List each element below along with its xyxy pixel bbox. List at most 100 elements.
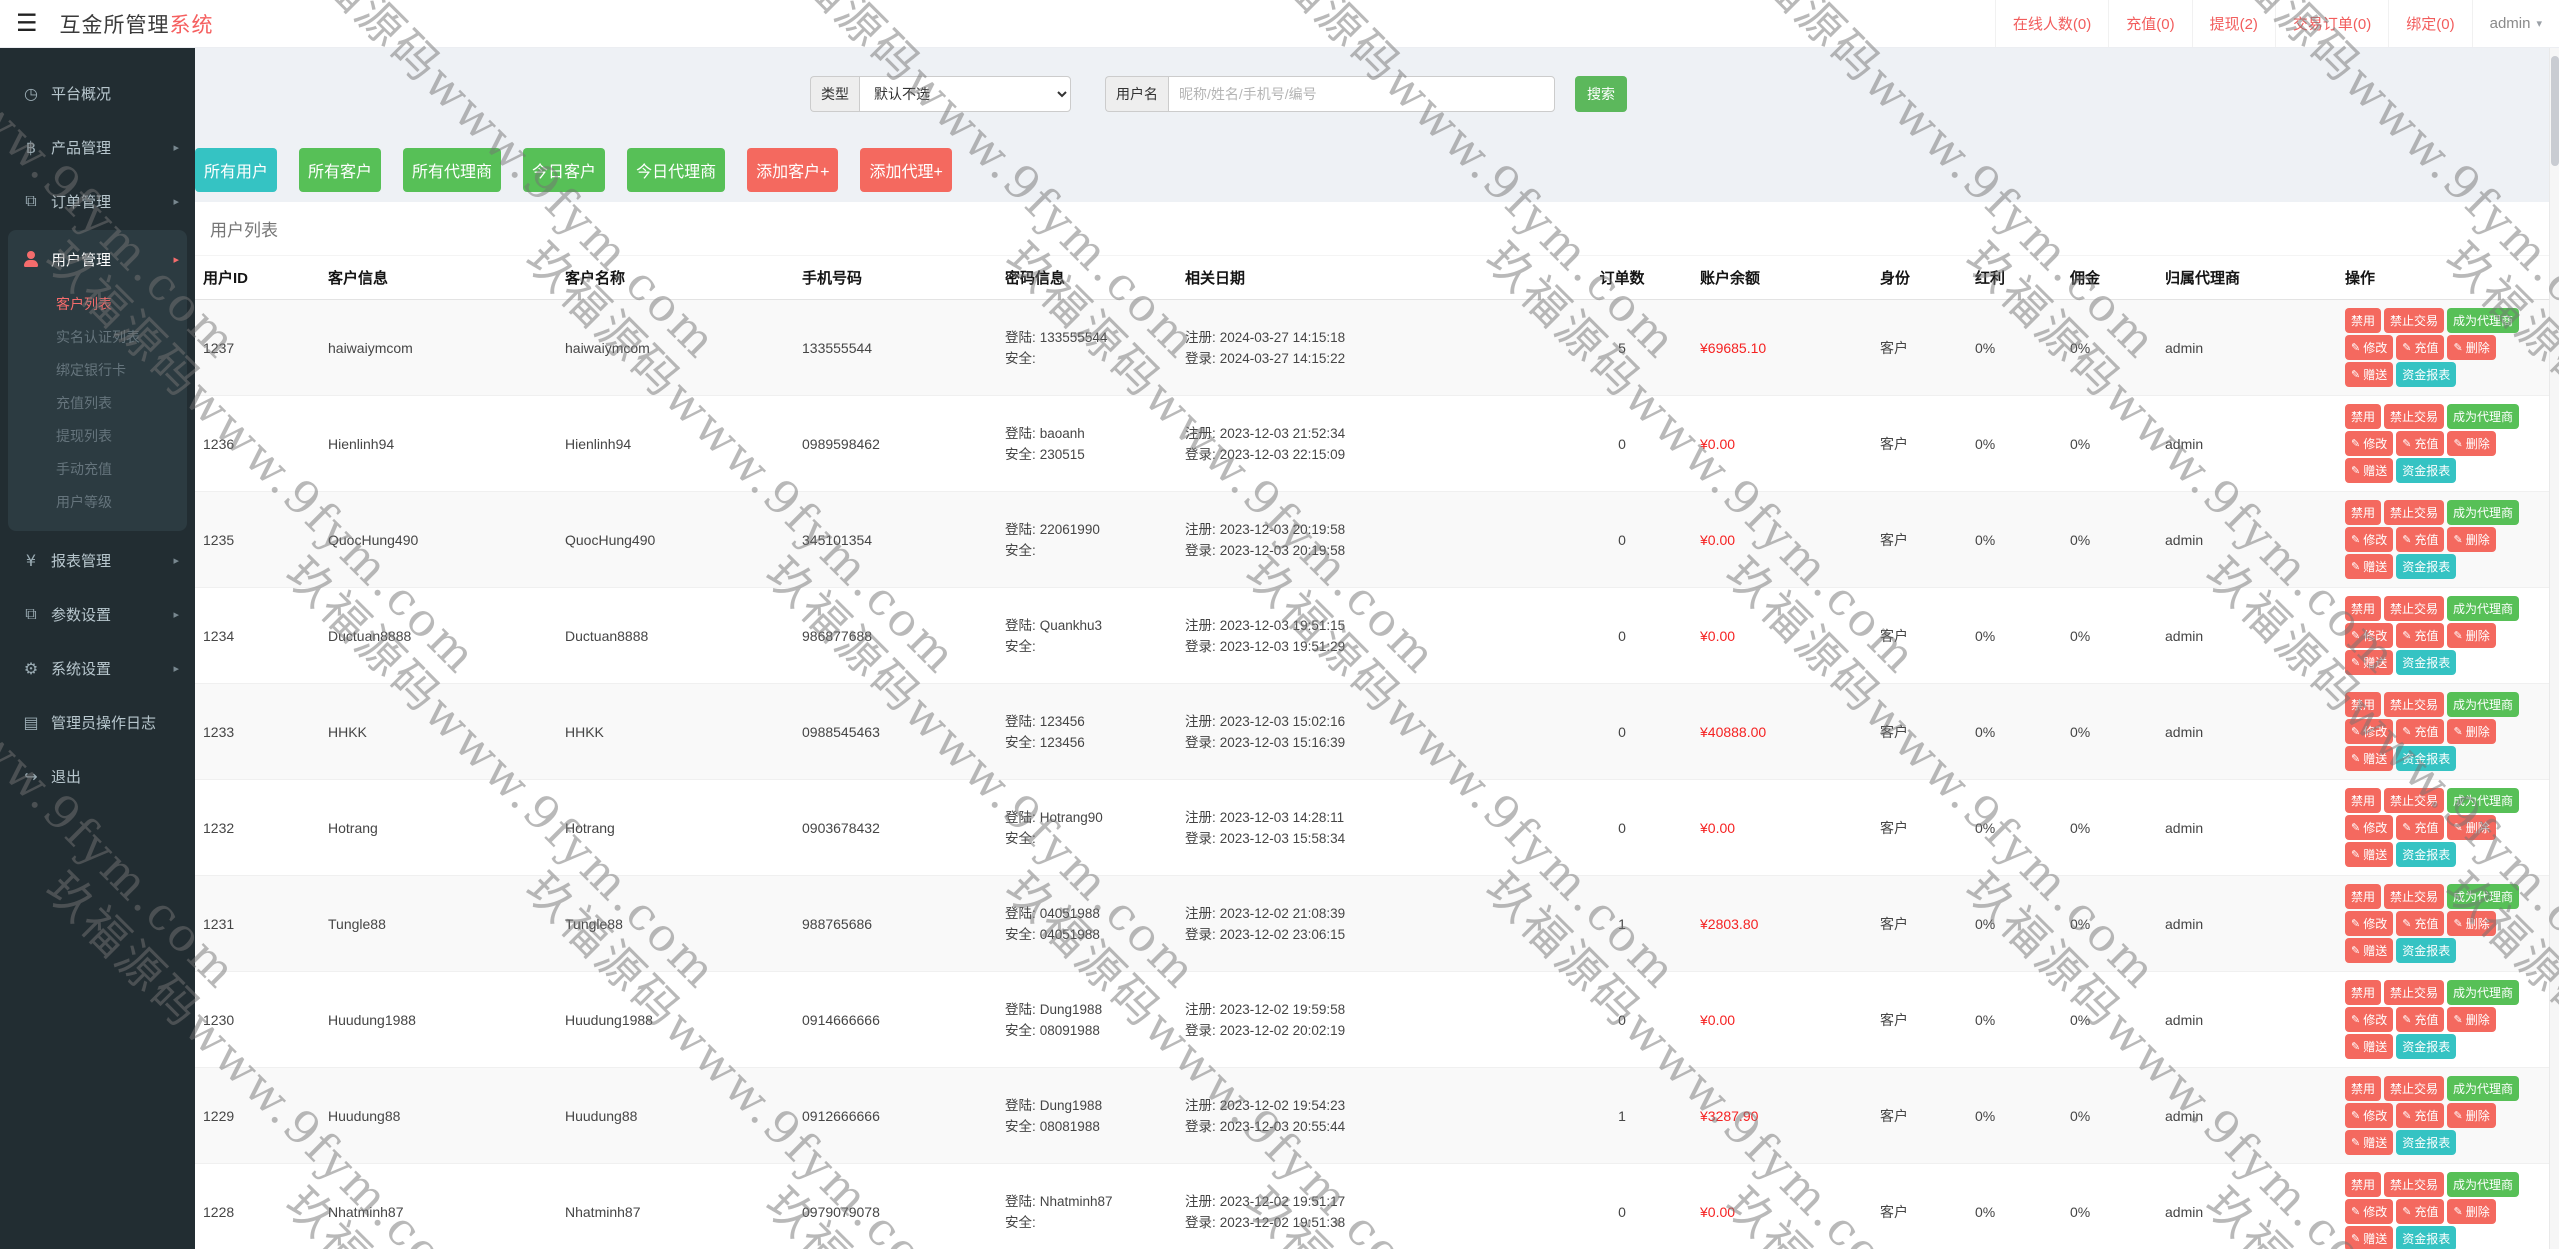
edit-button[interactable]: ✎修改 [2345, 335, 2393, 360]
gift-button[interactable]: ✎赠送 [2345, 1034, 2393, 1059]
gift-button[interactable]: ✎赠送 [2345, 842, 2393, 867]
forbid-trade-button[interactable]: 禁止交易 [2384, 980, 2444, 1005]
fund-report-button[interactable]: 资金报表 [2396, 842, 2456, 867]
sidebar-item-4[interactable]: ¥报表管理▸ [8, 533, 187, 587]
toolbar-button-3[interactable]: 今日客户 [523, 148, 605, 192]
gift-button[interactable]: ✎赠送 [2345, 458, 2393, 483]
edit-button[interactable]: ✎修改 [2345, 527, 2393, 552]
toolbar-button-4[interactable]: 今日代理商 [627, 148, 725, 192]
forbid-trade-button[interactable]: 禁止交易 [2384, 788, 2444, 813]
recharge-button[interactable]: ✎充值 [2396, 623, 2444, 648]
gift-button[interactable]: ✎赠送 [2345, 650, 2393, 675]
edit-button[interactable]: ✎修改 [2345, 1007, 2393, 1032]
disable-button[interactable]: 禁用 [2345, 884, 2381, 909]
make-agent-button[interactable]: 成为代理商 [2447, 308, 2519, 333]
recharge-button[interactable]: ✎充值 [2396, 1199, 2444, 1224]
toolbar-button-5[interactable]: 添加客户+ [747, 148, 838, 192]
search-button[interactable]: 搜索 [1575, 76, 1627, 112]
fund-report-button[interactable]: 资金报表 [2396, 938, 2456, 963]
username-input[interactable] [1168, 76, 1555, 112]
delete-button[interactable]: ✎删除 [2447, 527, 2495, 552]
fund-report-button[interactable]: 资金报表 [2396, 650, 2456, 675]
nav-item-2[interactable]: 提现(2) [2192, 0, 2275, 47]
recharge-button[interactable]: ✎充值 [2396, 1007, 2444, 1032]
toolbar-button-2[interactable]: 所有代理商 [403, 148, 501, 192]
make-agent-button[interactable]: 成为代理商 [2447, 404, 2519, 429]
delete-button[interactable]: ✎删除 [2447, 719, 2495, 744]
fund-report-button[interactable]: 资金报表 [2396, 1130, 2456, 1155]
recharge-button[interactable]: ✎充值 [2396, 719, 2444, 744]
nav-item-1[interactable]: 充值(0) [2108, 0, 2191, 47]
type-select[interactable]: 默认不选 [859, 76, 1071, 112]
edit-button[interactable]: ✎修改 [2345, 815, 2393, 840]
recharge-button[interactable]: ✎充值 [2396, 815, 2444, 840]
edit-button[interactable]: ✎修改 [2345, 623, 2393, 648]
fund-report-button[interactable]: 资金报表 [2396, 362, 2456, 387]
vertical-scrollbar[interactable] [2549, 48, 2559, 1249]
sidebar-item-3[interactable]: 用户管理▸ [8, 232, 187, 286]
submenu-item-6[interactable]: 用户等级 [8, 486, 187, 519]
toolbar-button-6[interactable]: 添加代理+ [860, 148, 951, 192]
submenu-item-2[interactable]: 绑定银行卡 [8, 354, 187, 387]
edit-button[interactable]: ✎修改 [2345, 1103, 2393, 1128]
sidebar-item-8[interactable]: ↪退出 [8, 749, 187, 803]
recharge-button[interactable]: ✎充值 [2396, 335, 2444, 360]
gift-button[interactable]: ✎赠送 [2345, 746, 2393, 771]
toolbar-button-0[interactable]: 所有用户 [195, 148, 277, 192]
delete-button[interactable]: ✎删除 [2447, 335, 2495, 360]
make-agent-button[interactable]: 成为代理商 [2447, 884, 2519, 909]
make-agent-button[interactable]: 成为代理商 [2447, 788, 2519, 813]
admin-dropdown[interactable]: admin▾ [2472, 0, 2559, 47]
forbid-trade-button[interactable]: 禁止交易 [2384, 596, 2444, 621]
gift-button[interactable]: ✎赠送 [2345, 938, 2393, 963]
toolbar-button-1[interactable]: 所有客户 [299, 148, 381, 192]
edit-button[interactable]: ✎修改 [2345, 911, 2393, 936]
nav-item-0[interactable]: 在线人数(0) [1995, 0, 2108, 47]
disable-button[interactable]: 禁用 [2345, 1172, 2381, 1197]
recharge-button[interactable]: ✎充值 [2396, 527, 2444, 552]
sidebar-item-0[interactable]: ◷平台概况 [8, 66, 187, 120]
submenu-item-0[interactable]: 客户列表 [8, 288, 187, 321]
make-agent-button[interactable]: 成为代理商 [2447, 1172, 2519, 1197]
fund-report-button[interactable]: 资金报表 [2396, 458, 2456, 483]
disable-button[interactable]: 禁用 [2345, 692, 2381, 717]
submenu-item-5[interactable]: 手动充值 [8, 453, 187, 486]
sidebar-item-1[interactable]: ฿产品管理▸ [8, 120, 187, 174]
gift-button[interactable]: ✎赠送 [2345, 1226, 2393, 1249]
gift-button[interactable]: ✎赠送 [2345, 554, 2393, 579]
submenu-item-1[interactable]: 实名认证列表 [8, 321, 187, 354]
hamburger-icon[interactable]: ☰ [16, 12, 38, 36]
make-agent-button[interactable]: 成为代理商 [2447, 500, 2519, 525]
forbid-trade-button[interactable]: 禁止交易 [2384, 884, 2444, 909]
sidebar-item-2[interactable]: ⧉订单管理▸ [8, 174, 187, 228]
make-agent-button[interactable]: 成为代理商 [2447, 692, 2519, 717]
delete-button[interactable]: ✎删除 [2447, 431, 2495, 456]
nav-item-3[interactable]: 交易订单(0) [2275, 0, 2388, 47]
sidebar-item-5[interactable]: ⧉参数设置▸ [8, 587, 187, 641]
fund-report-button[interactable]: 资金报表 [2396, 1226, 2456, 1249]
nav-item-4[interactable]: 绑定(0) [2388, 0, 2471, 47]
sidebar-item-6[interactable]: ⚙系统设置▸ [8, 641, 187, 695]
edit-button[interactable]: ✎修改 [2345, 719, 2393, 744]
gift-button[interactable]: ✎赠送 [2345, 362, 2393, 387]
recharge-button[interactable]: ✎充值 [2396, 431, 2444, 456]
make-agent-button[interactable]: 成为代理商 [2447, 1076, 2519, 1101]
disable-button[interactable]: 禁用 [2345, 308, 2381, 333]
make-agent-button[interactable]: 成为代理商 [2447, 980, 2519, 1005]
recharge-button[interactable]: ✎充值 [2396, 1103, 2444, 1128]
delete-button[interactable]: ✎删除 [2447, 1007, 2495, 1032]
scrollbar-thumb[interactable] [2551, 56, 2559, 166]
gift-button[interactable]: ✎赠送 [2345, 1130, 2393, 1155]
fund-report-button[interactable]: 资金报表 [2396, 1034, 2456, 1059]
delete-button[interactable]: ✎删除 [2447, 911, 2495, 936]
recharge-button[interactable]: ✎充值 [2396, 911, 2444, 936]
disable-button[interactable]: 禁用 [2345, 788, 2381, 813]
disable-button[interactable]: 禁用 [2345, 980, 2381, 1005]
disable-button[interactable]: 禁用 [2345, 404, 2381, 429]
submenu-item-4[interactable]: 提现列表 [8, 420, 187, 453]
forbid-trade-button[interactable]: 禁止交易 [2384, 404, 2444, 429]
disable-button[interactable]: 禁用 [2345, 500, 2381, 525]
edit-button[interactable]: ✎修改 [2345, 1199, 2393, 1224]
edit-button[interactable]: ✎修改 [2345, 431, 2393, 456]
disable-button[interactable]: 禁用 [2345, 596, 2381, 621]
